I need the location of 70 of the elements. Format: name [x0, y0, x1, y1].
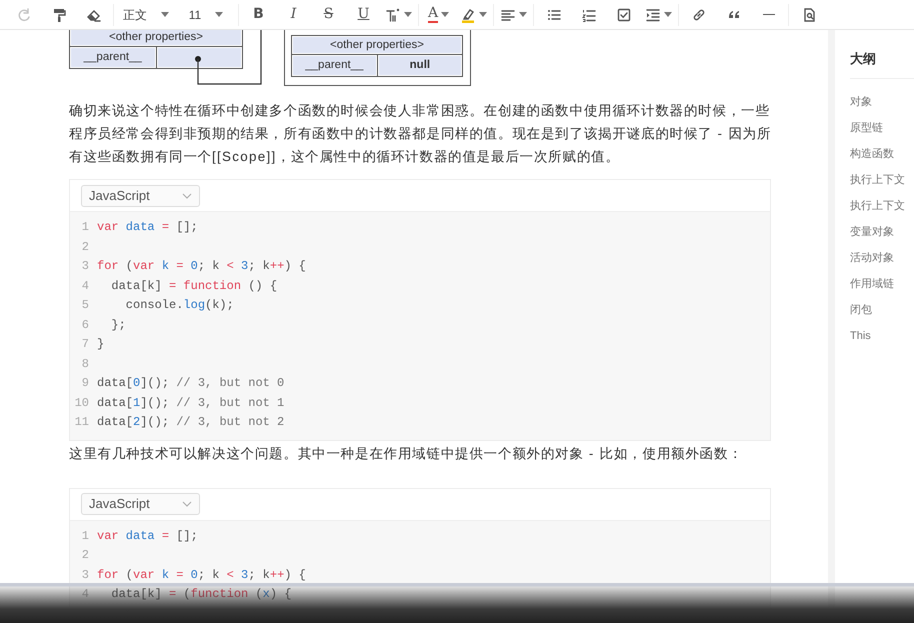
horizontal-rule-icon: [762, 14, 774, 16]
code-line: data[0](); // 3, but not 0: [97, 375, 284, 392]
line-number: 9: [80, 375, 90, 392]
line-number: 5: [80, 297, 90, 314]
chevron-icon: [182, 192, 192, 198]
caret-icon: [479, 12, 487, 18]
table-cell: __parent__: [292, 54, 378, 76]
code-line: var data = [];: [97, 528, 198, 544]
table-cell: __parent__: [70, 46, 156, 68]
code-line: console.log(k);: [124, 297, 234, 314]
table-cell: null: [377, 54, 462, 76]
line-number: 2: [80, 238, 90, 256]
outline-item[interactable]: 执行上下文: [850, 166, 914, 192]
caret-icon: [161, 12, 169, 18]
toolbar-dropdown[interactable]: 11: [176, 2, 236, 28]
line-number: 7: [80, 336, 90, 353]
outline-title: 大纲: [850, 44, 914, 78]
format-button[interactable]: S: [311, 2, 346, 28]
paragraph: 确切来说这个特性在循环中创建多个函数的时候会使人非常困惑。在创建的函数中使用循环计数器的时候，一些程序员经常会得到非预期的结果，所有函数中的计数器都是同样的值。现在是到了该揭开谜底的时候了 - 因为所有这些函数拥有同一个[[Scope]]，这个属性中的循环计数器的值是最后一次所赋的值。: [69, 102, 772, 166]
line-number: 3: [80, 566, 90, 584]
line-number: 10: [74, 394, 90, 412]
code-line: };: [110, 316, 126, 334]
outline-item[interactable]: 作用域链: [850, 270, 914, 296]
outline-item[interactable]: 原型链: [850, 114, 914, 140]
table-cell: <other properties>: [292, 36, 462, 54]
language-select[interactable]: JavaScript: [81, 184, 200, 206]
chevron-icon: [182, 501, 192, 507]
line-number: 2: [80, 547, 90, 564]
caret-icon: [519, 12, 527, 18]
outline-item[interactable]: 执行上下文: [850, 192, 914, 218]
redo-icon: [16, 6, 32, 22]
code-line: data[1](); // 3, but not 1: [97, 394, 284, 412]
format-button[interactable]: B: [241, 2, 276, 28]
line-number: 6: [80, 316, 90, 334]
outline-item[interactable]: 活动对象: [850, 244, 914, 270]
outline-item[interactable]: This: [850, 322, 914, 348]
code-line: var data = [];: [97, 219, 198, 236]
line-number: 8: [80, 356, 90, 372]
font-color-button[interactable]: A: [421, 2, 456, 28]
language-select[interactable]: JavaScript: [81, 493, 200, 515]
format-button[interactable]: U: [346, 2, 381, 28]
superscript-icon: [385, 6, 401, 22]
line-number: 4: [80, 586, 90, 603]
caret-icon: [441, 12, 450, 18]
code-line: data[k] = function () {: [110, 278, 278, 294]
highlighter-icon: [460, 6, 476, 22]
table-cell: <other properties>: [70, 30, 242, 46]
outline-item[interactable]: 变量对象: [850, 218, 914, 244]
caret-icon: [404, 12, 412, 18]
caret-icon: [215, 12, 224, 18]
toolbar-dropdown[interactable]: 正文: [116, 2, 176, 28]
indent-icon: [645, 6, 661, 22]
code-line: for (var k = 0; k < 3; k++) {: [97, 258, 306, 275]
code-line: data[2](); // 3, but not 2: [97, 414, 284, 431]
line-number: 1: [80, 219, 90, 236]
link-icon: [690, 6, 706, 22]
caret-icon: [664, 12, 672, 18]
line-number: 4: [80, 278, 90, 294]
code-line: for (var k = 0; k < 3; k++) {: [97, 566, 306, 584]
format-button[interactable]: I: [276, 2, 311, 28]
outline-item[interactable]: 构造函数: [850, 140, 914, 166]
line-number: 1: [80, 528, 90, 544]
paragraph: 这里有几种技术可以解决这个问题。其中一种是在作用域链中提供一个额外的对象 - 比如，使用额外函数：: [69, 444, 744, 462]
outline-item[interactable]: 对象: [850, 88, 914, 114]
line-number: 11: [74, 414, 90, 431]
checkbox-icon: [616, 6, 632, 22]
line-number: 3: [80, 258, 90, 275]
code-line: }: [97, 336, 104, 353]
code-line: data[k] = (function (x) {: [110, 586, 292, 603]
outline-item[interactable]: 闭包: [850, 296, 914, 322]
